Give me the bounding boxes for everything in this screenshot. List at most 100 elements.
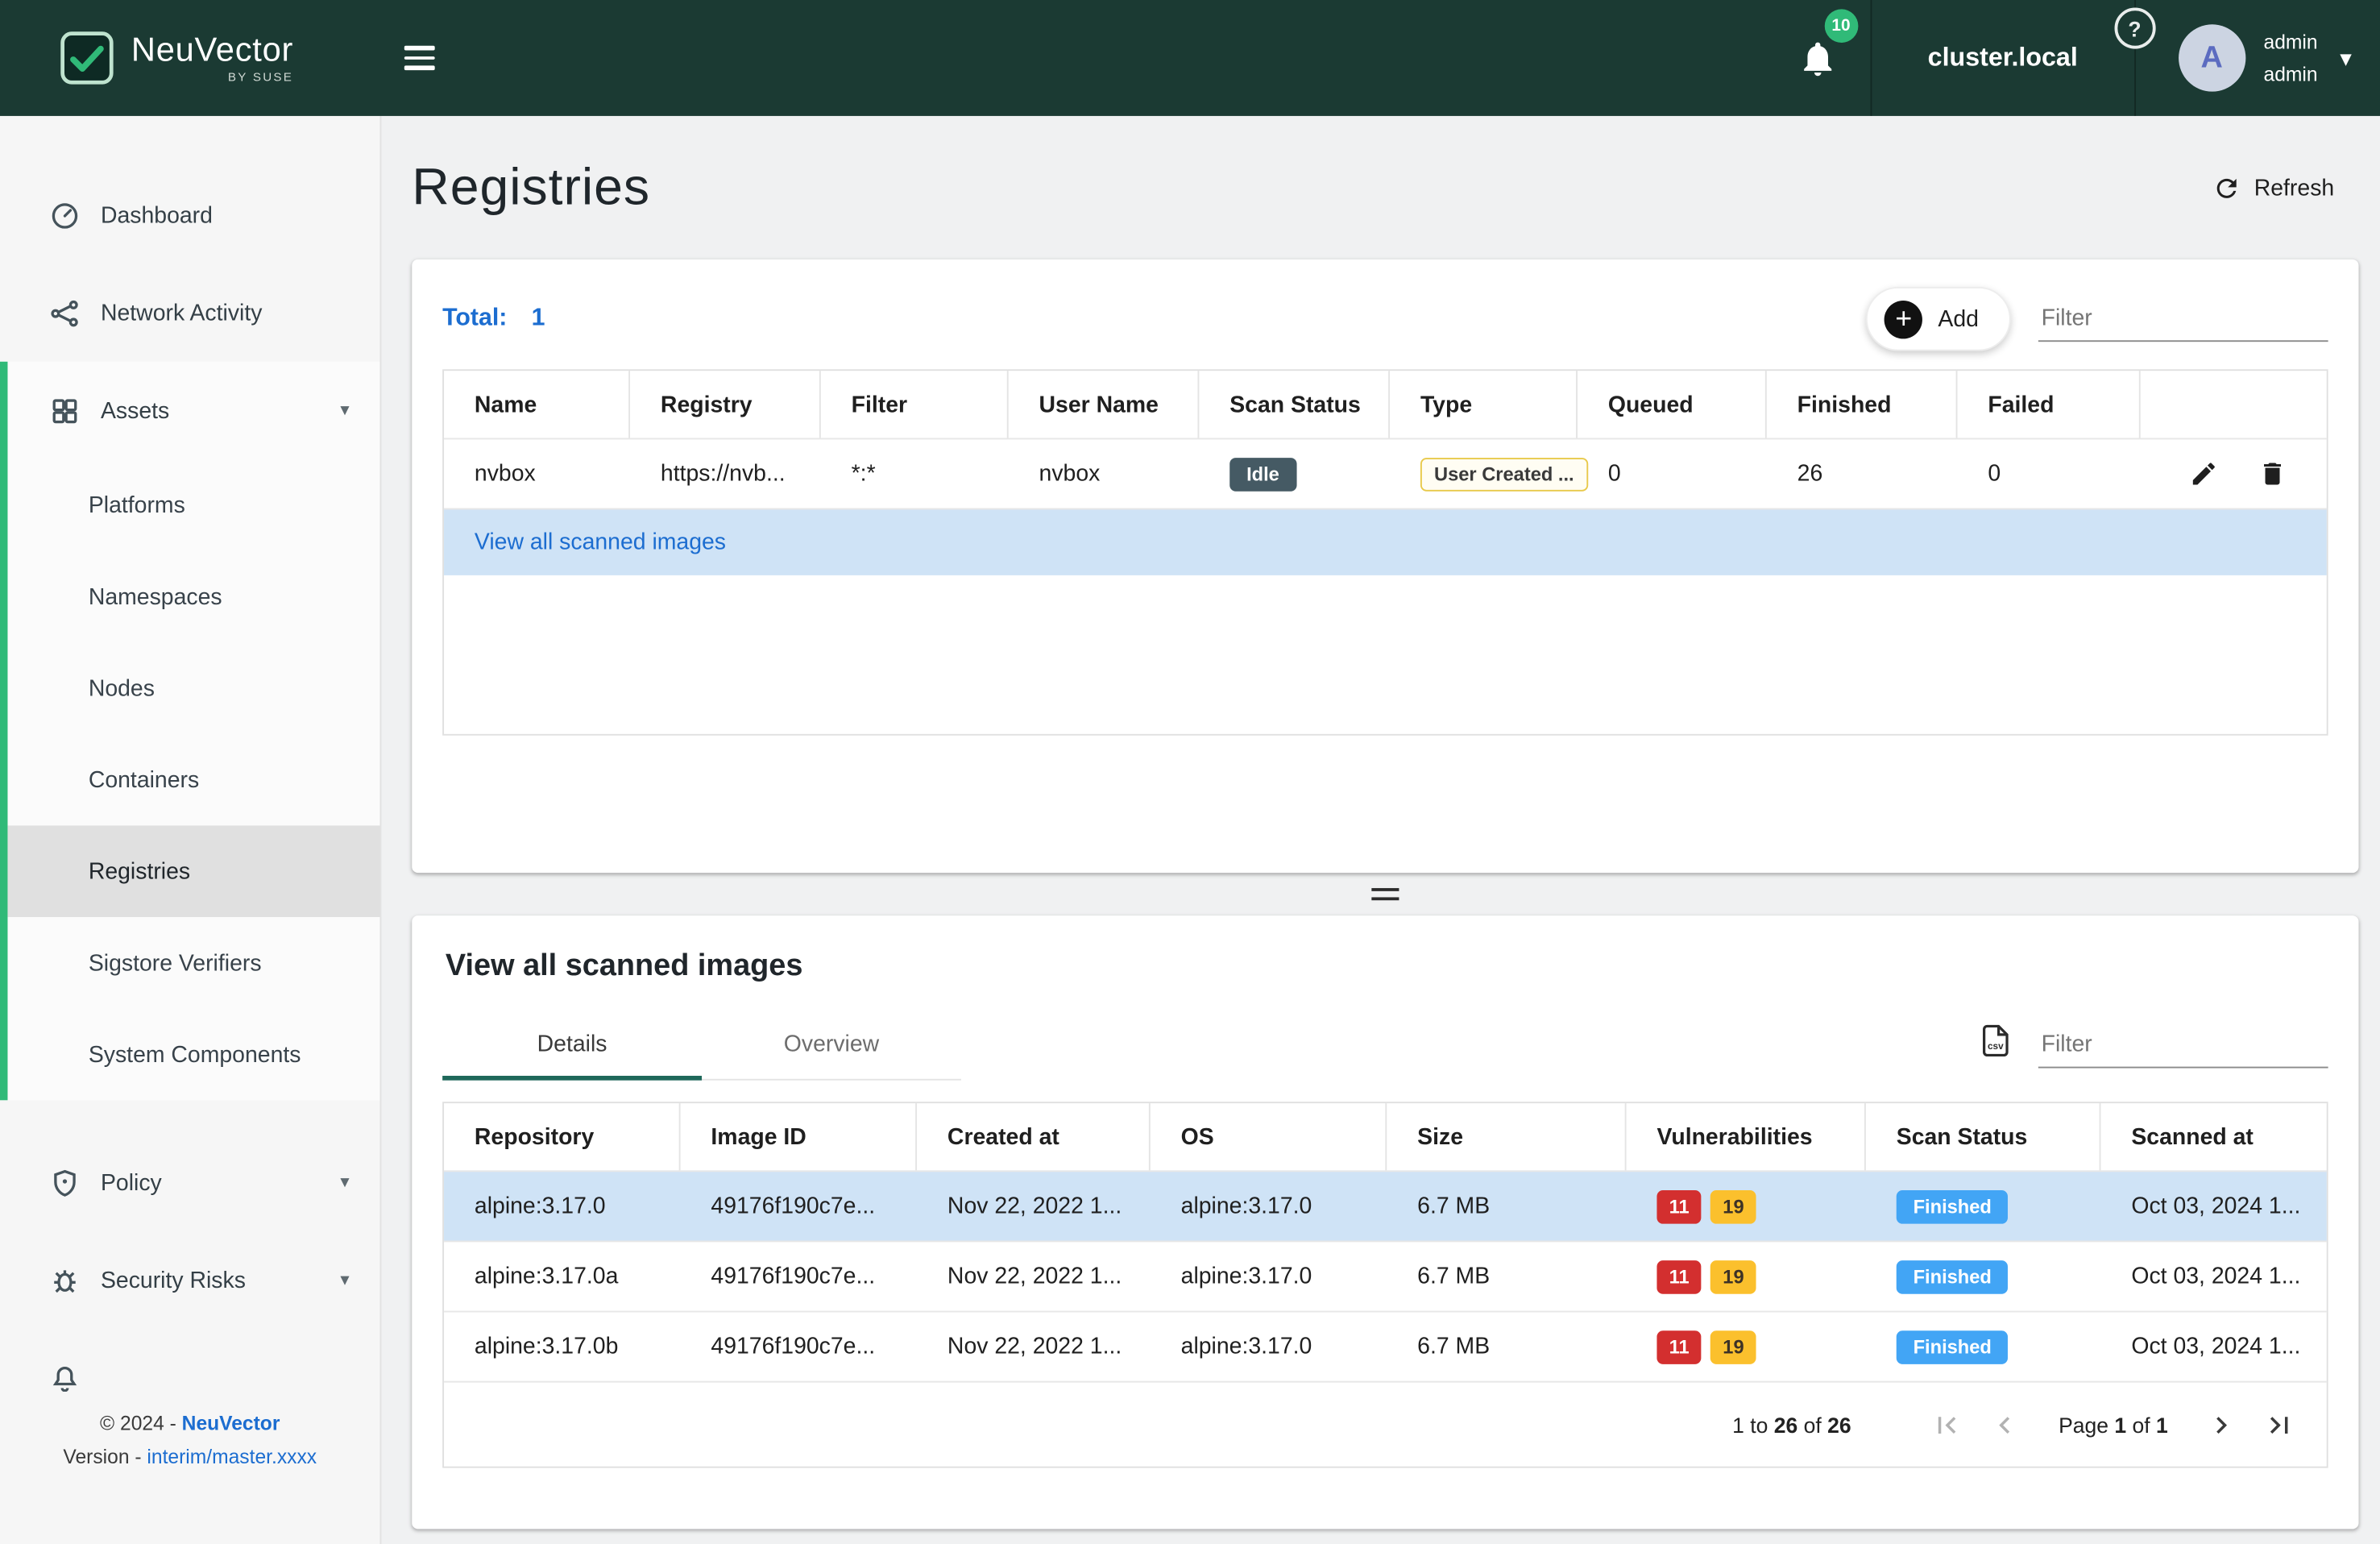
- refresh-label: Refresh: [2254, 175, 2334, 201]
- image-id: 49176f190c7e...: [681, 1193, 918, 1219]
- cluster-name: cluster.local: [1928, 43, 2078, 73]
- created-at: Nov 22, 2022 1...: [917, 1193, 1151, 1219]
- add-registry-button[interactable]: + Add: [1866, 287, 2010, 351]
- scanned-images-card: View all scanned images Details Overview…: [412, 915, 2358, 1529]
- pagination: 1 to 26 of 26 Page 1 of 1: [444, 1381, 2327, 1467]
- finished-count: 26: [1767, 461, 1958, 487]
- edit-icon[interactable]: [2189, 459, 2218, 488]
- size: 6.7 MB: [1387, 1193, 1626, 1219]
- sidebar-item-policy[interactable]: Policy ▼: [0, 1134, 380, 1231]
- sidebar-item-sigstore-verifiers[interactable]: Sigstore Verifiers: [7, 917, 379, 1009]
- medium-vuln-badge: 19: [1710, 1330, 1756, 1363]
- vulnerabilities-cell: 11 19: [1627, 1260, 1866, 1293]
- sidebar-footer: © 2024 - NeuVector Version - interim/mas…: [0, 1392, 380, 1544]
- tab-overview[interactable]: Overview: [702, 1009, 961, 1079]
- page-header: Registries Refresh: [412, 116, 2358, 259]
- total-count: Total: 1: [442, 305, 545, 333]
- page-text: of: [2126, 1413, 2156, 1437]
- total-value: 1: [532, 305, 545, 333]
- tab-bar: Details Overview: [442, 1009, 961, 1081]
- registry-filter: *:*: [821, 461, 1009, 487]
- column-header: Registry: [630, 371, 821, 438]
- image-row[interactable]: alpine:3.17.0a 49176f190c7e... Nov 22, 2…: [444, 1240, 2327, 1310]
- sidebar-item-label: Security Risks: [101, 1268, 246, 1293]
- high-vuln-badge: 11: [1656, 1330, 1701, 1363]
- row-actions: [2141, 459, 2327, 488]
- range-end: 26: [1774, 1413, 1797, 1437]
- notification-count-badge: 10: [1824, 9, 1858, 43]
- split-drag-handle[interactable]: [412, 873, 2358, 915]
- registries-table: Name Registry Filter User Name Scan Stat…: [442, 369, 2328, 735]
- first-page-button[interactable]: [1930, 1408, 1964, 1442]
- page-text: Page: [2059, 1413, 2114, 1437]
- scan-status-cell: Finished: [1866, 1189, 2101, 1223]
- avatar: A: [2178, 24, 2245, 91]
- pagination-range: 1 to 26 of 26: [1732, 1413, 1851, 1437]
- user-role: admin: [2264, 64, 2318, 85]
- cluster-section: cluster.local ?: [1870, 0, 2135, 116]
- csv-file-icon: csv: [1977, 1023, 2013, 1059]
- delete-icon[interactable]: [2258, 459, 2287, 488]
- user-menu[interactable]: A admin admin ▼: [2135, 0, 2380, 116]
- os: alpine:3.17.0: [1151, 1334, 1387, 1359]
- user-name: admin: [2264, 32, 2318, 52]
- column-header: Failed: [1957, 371, 2140, 438]
- repository: alpine:3.17.0: [444, 1193, 681, 1219]
- sidebar-item-platforms[interactable]: Platforms: [7, 459, 379, 551]
- image-row[interactable]: alpine:3.17.0b 49176f190c7e... Nov 22, 2…: [444, 1311, 2327, 1381]
- registries-card: Total: 1 + Add Name Registry Filter User…: [412, 259, 2358, 873]
- finished-status-badge: Finished: [1897, 1330, 2009, 1363]
- sidebar-item-system-components[interactable]: System Components: [7, 1009, 379, 1101]
- sidebar: Dashboard Network Activity Assets ▼ Plat…: [0, 116, 381, 1544]
- view-all-scanned-images-link[interactable]: View all scanned images: [475, 529, 726, 555]
- sidebar-item-label: Policy: [101, 1169, 162, 1195]
- sidebar-item-label: Network Activity: [101, 300, 262, 326]
- image-row[interactable]: alpine:3.17.0 49176f190c7e... Nov 22, 20…: [444, 1170, 2327, 1240]
- neuvector-link[interactable]: NeuVector: [182, 1412, 280, 1434]
- images-filter-input[interactable]: [2038, 1022, 2328, 1068]
- next-page-button[interactable]: [2204, 1408, 2238, 1442]
- view-all-scanned-images-row[interactable]: View all scanned images: [444, 508, 2327, 575]
- medium-vuln-badge: 19: [1710, 1260, 1756, 1293]
- idle-status-badge: Idle: [1229, 457, 1296, 491]
- sidebar-item-network-activity[interactable]: Network Activity: [0, 264, 380, 362]
- sidebar-group-assets: Assets ▼ Platforms Namespaces Nodes Cont…: [0, 362, 380, 1101]
- sidebar-item-containers[interactable]: Containers: [7, 734, 379, 826]
- bug-icon: [49, 1264, 81, 1297]
- column-header: Type: [1390, 371, 1578, 438]
- top-bar: NeuVector BY SUSE 10 cluster.local ? A a…: [0, 0, 2380, 116]
- assets-icon: [49, 394, 81, 426]
- version-text: Version -: [63, 1445, 147, 1467]
- sidebar-item-security-risks[interactable]: Security Risks ▼: [0, 1231, 380, 1329]
- sidebar-item-registries[interactable]: Registries: [7, 825, 379, 917]
- tabs-row: Details Overview csv: [442, 1009, 2328, 1081]
- sidebar-item-label: System Components: [89, 1041, 301, 1067]
- menu-toggle-button[interactable]: [404, 40, 435, 76]
- previous-page-button[interactable]: [1988, 1408, 2022, 1442]
- notifications-button[interactable]: 10: [1766, 0, 1870, 116]
- sidebar-item-assets[interactable]: Assets ▼: [7, 362, 379, 459]
- sidebar-item-label: Assets: [101, 397, 169, 423]
- registries-filter-input[interactable]: [2038, 296, 2328, 342]
- version-link[interactable]: interim/master.xxxx: [147, 1445, 317, 1467]
- bell-icon: [1797, 37, 1839, 78]
- tab-details[interactable]: Details: [442, 1009, 702, 1079]
- os: alpine:3.17.0: [1151, 1193, 1387, 1219]
- last-page-button[interactable]: [2262, 1408, 2296, 1442]
- brand-name: NeuVector: [131, 32, 293, 68]
- plus-icon: +: [1885, 300, 1922, 338]
- column-header: Scanned at: [2100, 1103, 2326, 1170]
- sidebar-item-dashboard[interactable]: Dashboard: [0, 166, 380, 264]
- sidebar-item-nodes[interactable]: Nodes: [7, 642, 379, 734]
- help-button[interactable]: ?: [2114, 7, 2155, 48]
- column-header: Created at: [917, 1103, 1151, 1170]
- repository: alpine:3.17.0a: [444, 1264, 681, 1289]
- refresh-button[interactable]: Refresh: [2213, 173, 2335, 202]
- export-csv-button[interactable]: csv: [1977, 1023, 2013, 1067]
- scan-status-cell: Idle: [1199, 457, 1390, 491]
- finished-status-badge: Finished: [1897, 1260, 2009, 1293]
- registry-row[interactable]: nvbox https://nvb... *:* nvbox Idle User…: [444, 438, 2327, 508]
- sidebar-item-namespaces[interactable]: Namespaces: [7, 551, 379, 643]
- column-header: Scan Status: [1866, 1103, 2101, 1170]
- range-total: 26: [1827, 1413, 1851, 1437]
